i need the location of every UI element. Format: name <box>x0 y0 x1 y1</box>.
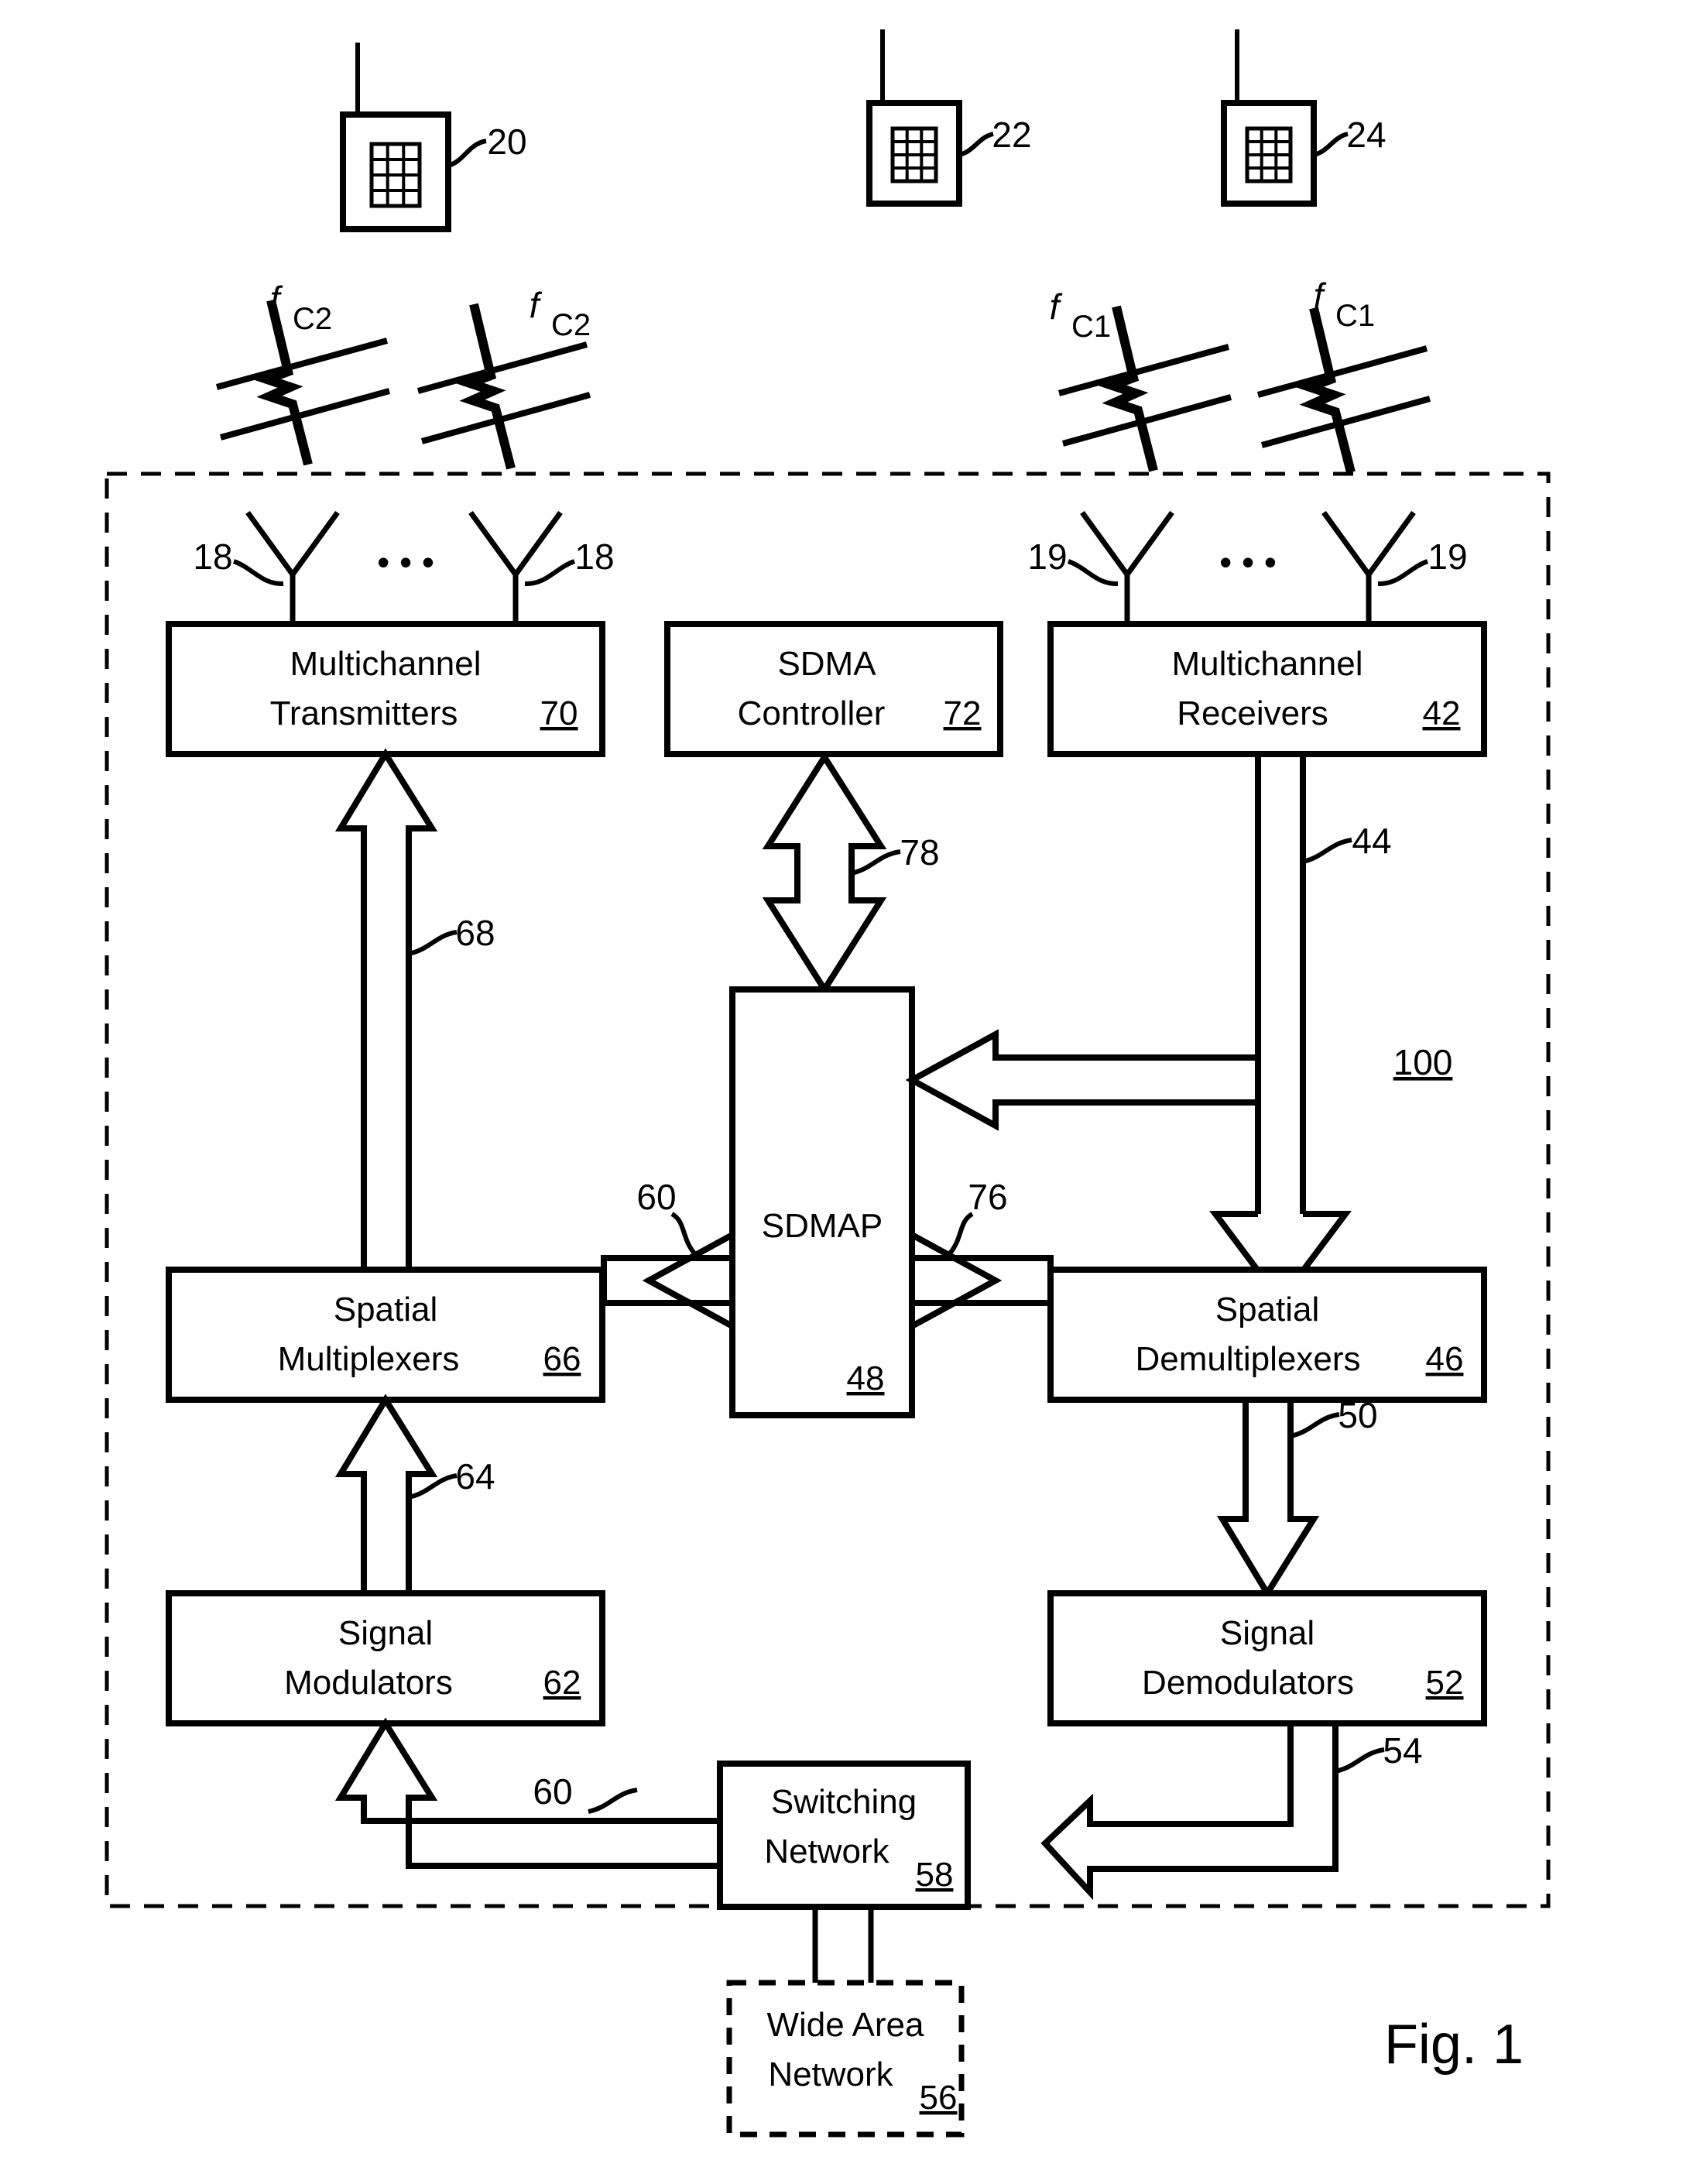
signal-demodulators-line2: Demodulators <box>1142 1664 1354 1702</box>
multichannel-receivers-line2: Receivers <box>1177 694 1328 732</box>
signal-demodulators[interactable]: Signal Demodulators 52 <box>1047 1590 1487 1726</box>
freq-fc1-left-symbol: f <box>1050 286 1063 327</box>
signal-modulators-ref: 62 <box>543 1664 581 1702</box>
signal-modulators-line1: Signal <box>338 1614 433 1652</box>
multichannel-transmitters[interactable]: Multichannel Transmitters 70 <box>166 621 605 757</box>
freq-fc1-right-subscript: C1 <box>1335 299 1375 333</box>
spatial-multiplexers-ref: 66 <box>543 1340 581 1378</box>
switching-network[interactable]: Switching Network 58 <box>717 1761 971 1910</box>
switching-network-ref: 58 <box>916 1856 954 1894</box>
arrow-74: 60 <box>601 1177 735 1332</box>
arrow-78-label: 78 <box>900 832 939 873</box>
spatial-multiplexers-line2: Multiplexers <box>278 1340 460 1378</box>
freq-fc2-right: f C2 <box>416 285 591 470</box>
mobile-24: 24 <box>1221 29 1387 207</box>
freq-fc2-right-symbol: f <box>530 285 543 325</box>
freq-fc2-left: f C2 <box>215 279 391 466</box>
sdma-controller-line2: Controller <box>738 694 886 732</box>
wide-area-network-line2: Network <box>768 2055 893 2093</box>
mobile-24-label: 24 <box>1346 115 1386 155</box>
freq-fc2-left-subscript: C2 <box>293 302 332 336</box>
receive-antenna-ellipsis: • • • <box>1219 542 1277 582</box>
arrow-44-label: 44 <box>1352 821 1391 861</box>
multichannel-receivers-ref: 42 <box>1423 694 1461 732</box>
transmit-antenna-left-label: 18 <box>193 537 232 577</box>
spatial-multiplexers[interactable]: Spatial Multiplexers 66 <box>166 1267 605 1403</box>
sdmap-line1: SDMAP <box>762 1207 883 1245</box>
switching-network-line2: Network <box>764 1833 889 1870</box>
wide-area-network-line1: Wide Area <box>767 2006 925 2044</box>
freq-fc1-right-symbol: f <box>1314 276 1327 316</box>
freq-fc1-left: f C1 <box>1050 286 1232 472</box>
switching-to-wan-link <box>812 1907 874 1983</box>
patent-figure-1: 20 22 24 f C2 f C2 f C1 f C1 18 18 • • •… <box>0 0 1707 2184</box>
multichannel-transmitters-ref: 70 <box>540 694 578 732</box>
sdma-controller-ref: 72 <box>944 694 982 732</box>
spatial-multiplexers-line1: Spatial <box>334 1291 438 1329</box>
arrow-54: 54 <box>1040 1720 1423 1901</box>
multichannel-receivers-line1: Multichannel <box>1171 645 1363 683</box>
multichannel-transmitters-line2: Transmitters <box>270 694 458 732</box>
arrow-44: 44 <box>905 754 1392 1306</box>
receive-antenna-left: 19 <box>1027 510 1174 633</box>
arrow-68: 68 <box>334 748 495 1273</box>
transmit-antenna-ellipsis: • • • <box>377 542 434 582</box>
mobile-20: 20 <box>340 43 527 232</box>
sdma-controller[interactable]: SDMA Controller 72 <box>664 621 1003 757</box>
signal-modulators-line2: Modulators <box>284 1664 453 1702</box>
spatial-demultiplexers-line1: Spatial <box>1215 1291 1320 1329</box>
receive-antenna-left-label: 19 <box>1027 537 1067 577</box>
system-ref-100: 100 <box>1393 1042 1453 1082</box>
switching-network-line1: Switching <box>771 1783 917 1821</box>
arrow-74-label: 60 <box>636 1177 676 1217</box>
spatial-demultiplexers[interactable]: Spatial Demultiplexers 46 <box>1047 1267 1487 1403</box>
arrow-64: 64 <box>334 1394 495 1596</box>
wide-area-network-ref: 56 <box>920 2079 958 2117</box>
spatial-demultiplexers-line2: Demultiplexers <box>1136 1340 1361 1378</box>
freq-fc2-right-subscript: C2 <box>551 308 591 342</box>
arrow-60-label: 60 <box>533 1771 572 1812</box>
mobile-20-label: 20 <box>487 122 526 162</box>
spatial-demultiplexers-ref: 46 <box>1426 1340 1464 1378</box>
sdmap-ref: 48 <box>847 1359 885 1397</box>
arrow-54-label: 54 <box>1383 1730 1422 1771</box>
signal-modulators[interactable]: Signal Modulators 62 <box>166 1590 605 1726</box>
multichannel-transmitters-line1: Multichannel <box>290 645 481 683</box>
transmit-antenna-right-label: 18 <box>574 537 614 577</box>
arrow-60: 60 <box>334 1717 723 1869</box>
sdma-controller-line1: SDMA <box>777 645 876 683</box>
freq-fc1-left-subscript: C1 <box>1071 310 1111 344</box>
arrow-64-label: 64 <box>455 1456 495 1497</box>
signal-demodulators-line1: Signal <box>1220 1614 1315 1652</box>
freq-fc2-left-symbol: f <box>270 279 283 319</box>
mobile-22-label: 22 <box>992 115 1031 155</box>
arrow-76-label: 76 <box>968 1177 1007 1217</box>
figure-caption: Fig. 1 <box>1384 2014 1524 2076</box>
arrow-76: 76 <box>909 1177 1054 1332</box>
arrow-50-label: 50 <box>1338 1395 1377 1435</box>
transmit-antenna-right: 18 <box>468 510 615 633</box>
receive-antenna-right-label: 19 <box>1428 537 1467 577</box>
arrow-68-label: 68 <box>455 913 495 953</box>
sdmap[interactable]: SDMAP 48 <box>729 986 915 1418</box>
receive-antenna-right: 19 <box>1321 510 1468 633</box>
wide-area-network[interactable]: Wide Area Network 56 <box>726 1980 965 2138</box>
freq-fc1-right: f C1 <box>1256 276 1431 474</box>
multichannel-receivers[interactable]: Multichannel Receivers 42 <box>1047 621 1487 757</box>
arrow-78: 78 <box>762 751 940 996</box>
mobile-22: 22 <box>866 29 1032 207</box>
arrow-50: 50 <box>1216 1395 1378 1599</box>
signal-demodulators-ref: 52 <box>1426 1664 1464 1702</box>
transmit-antenna-left: 18 <box>193 510 340 633</box>
